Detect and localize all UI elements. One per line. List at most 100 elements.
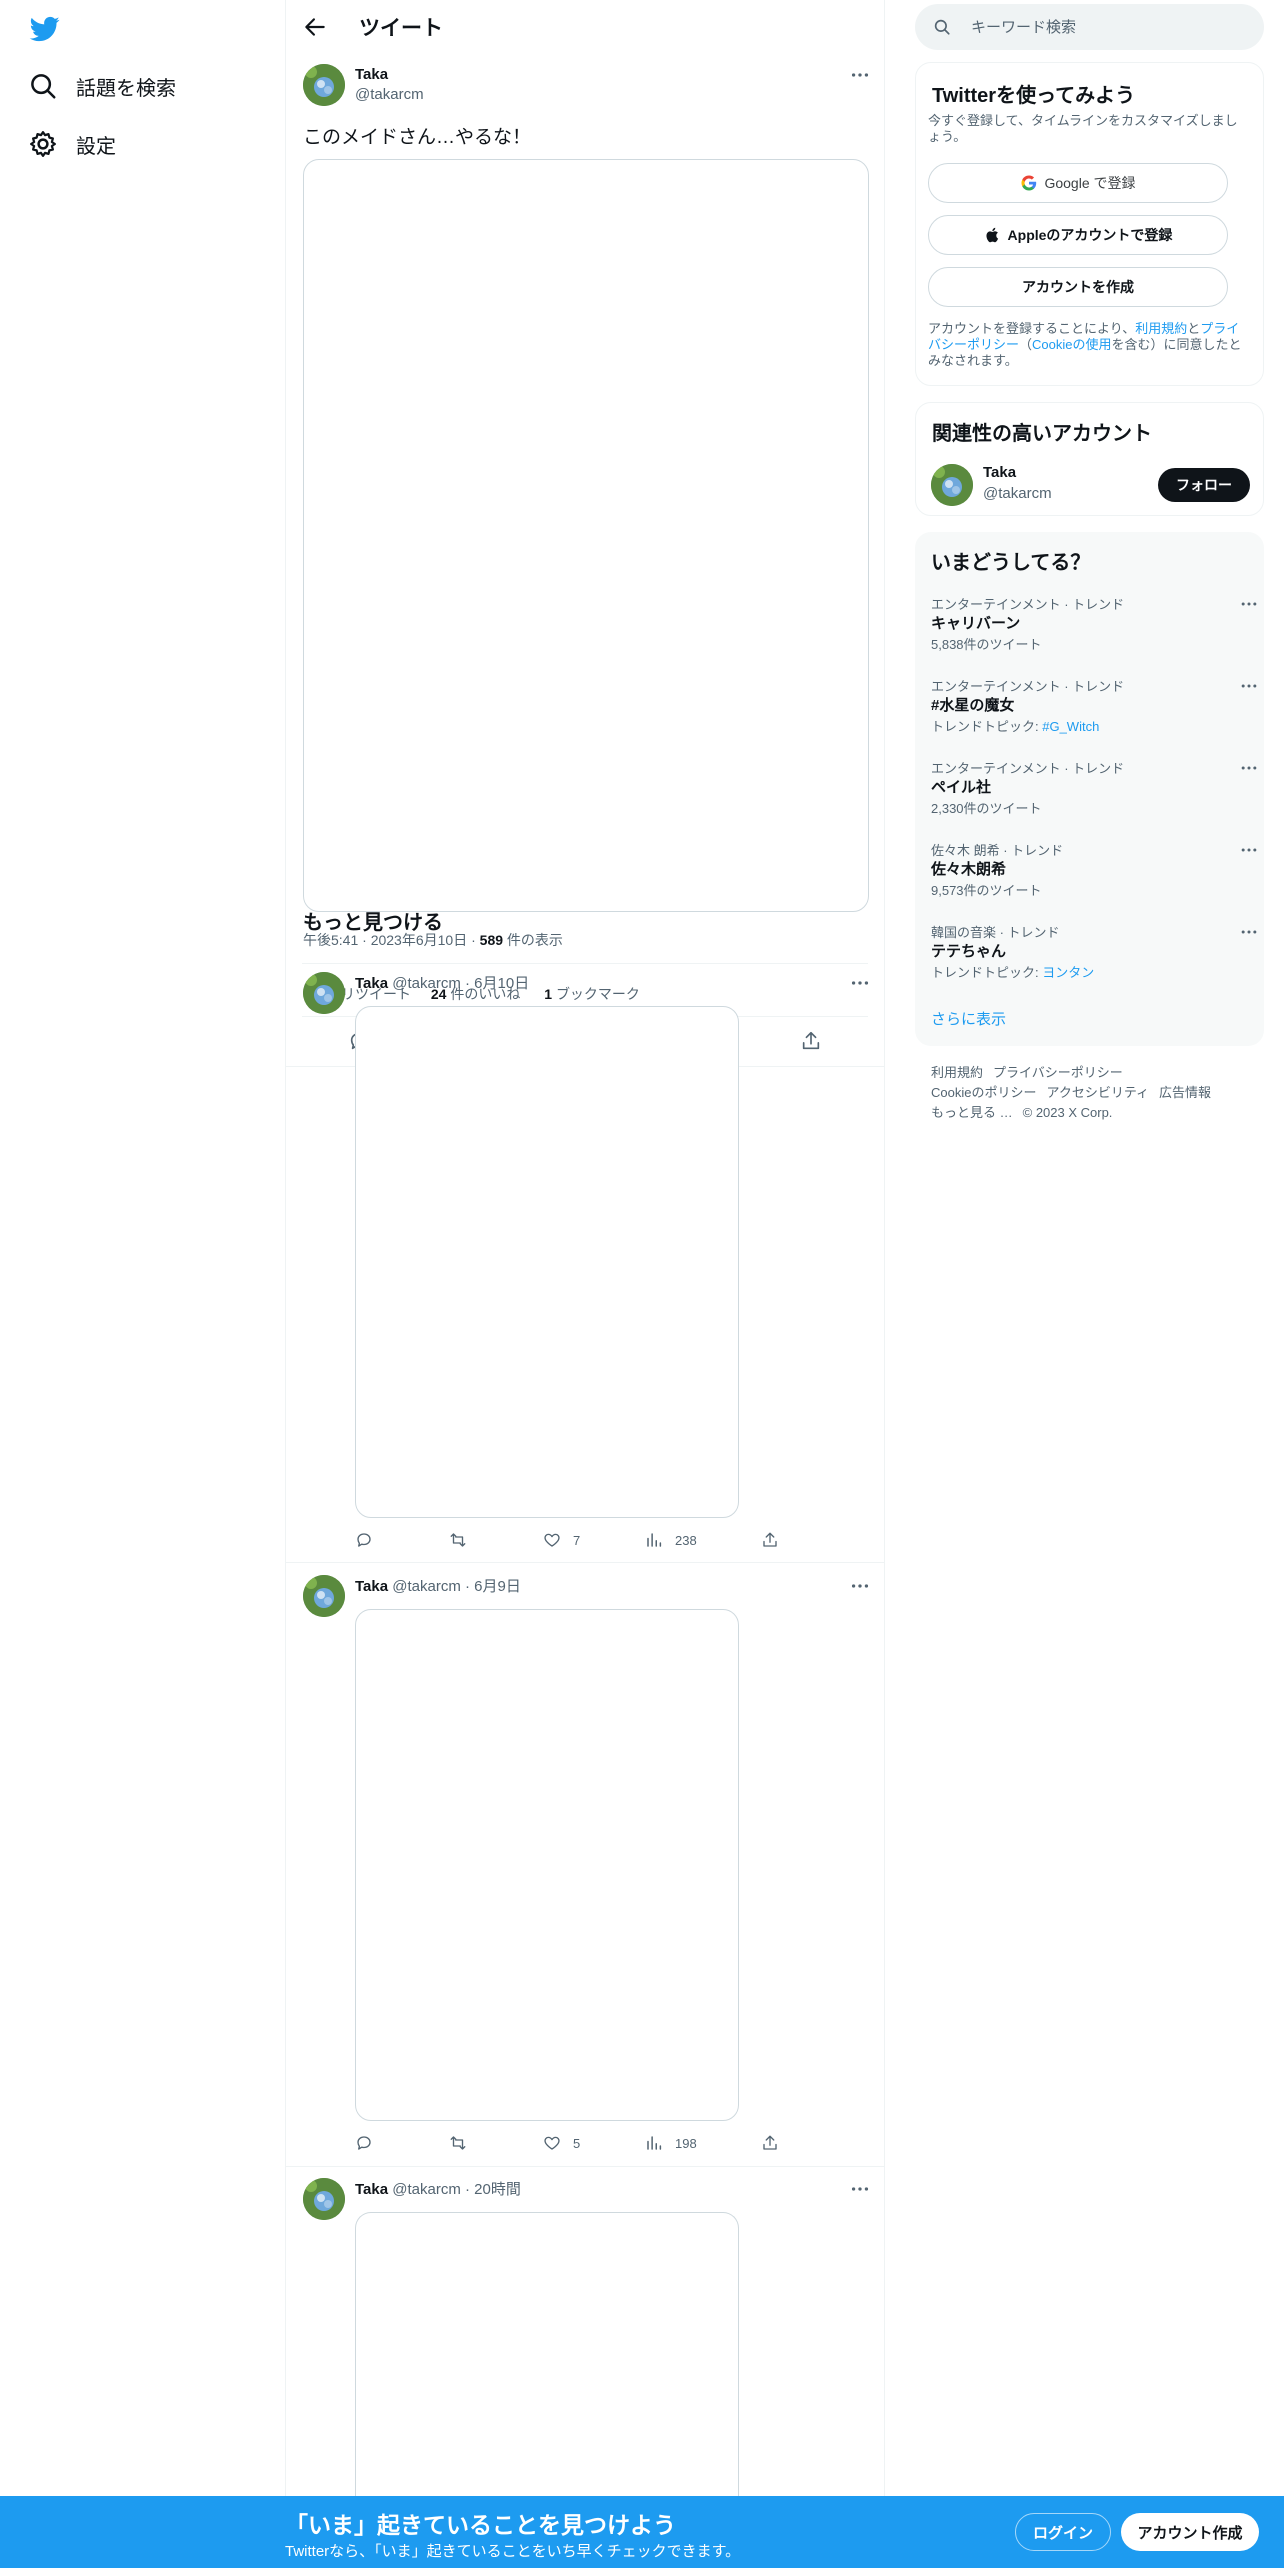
- divider: [286, 2166, 884, 2167]
- feed-author-handle[interactable]: @takarcm: [392, 975, 461, 992]
- views-button[interactable]: 238: [645, 1531, 697, 1549]
- feed-tweet-media[interactable]: [355, 2212, 739, 2502]
- trend-title: キャリバーン: [931, 615, 1021, 632]
- like-button[interactable]: 5: [543, 2134, 580, 2152]
- search-input[interactable]: [971, 4, 1251, 50]
- footer-ads-link[interactable]: 広告情報: [1159, 1085, 1211, 1100]
- share-icon: [763, 2135, 777, 2150]
- feed-tweet-time[interactable]: 20時間: [474, 2181, 521, 2198]
- more-icon[interactable]: [1239, 840, 1259, 860]
- reply-button[interactable]: [355, 1531, 373, 1549]
- more-icon[interactable]: [1239, 676, 1259, 696]
- feed-tweet-time[interactable]: 6月9日: [474, 1578, 521, 1595]
- more-icon[interactable]: [849, 1575, 871, 1597]
- avatar[interactable]: [303, 1575, 345, 1617]
- nav-explore[interactable]: 話題を検索: [28, 66, 176, 106]
- footer-terms-link[interactable]: 利用規約: [931, 1065, 983, 1080]
- related-name[interactable]: Taka: [983, 464, 1016, 481]
- create-account-label: アカウントを作成: [1022, 279, 1134, 295]
- footer-row-2: Cookieのポリシー アクセシビリティ 広告情報: [931, 1082, 1251, 1101]
- footer-privacy-link[interactable]: プライバシーポリシー: [993, 1065, 1123, 1080]
- twitter-logo-icon[interactable]: [28, 14, 62, 44]
- retweet-button[interactable]: [449, 1531, 467, 1549]
- search-box[interactable]: [915, 4, 1264, 50]
- footer-cookie-link[interactable]: Cookieのポリシー: [931, 1085, 1036, 1100]
- feed-author-name[interactable]: Taka: [355, 2181, 388, 2198]
- trend-title: #水星の魔女: [931, 697, 1015, 714]
- trend-item[interactable]: エンターテインメント · トレンド #水星の魔女 トレンドトピック: #G_Wi…: [931, 676, 1257, 748]
- avatar[interactable]: [931, 464, 973, 506]
- trends-card: いまどうしてる？ エンターテインメント · トレンド キャリバーン 5,838件…: [915, 532, 1264, 1046]
- feed-tweet-header: Taka @takarcm · 6月9日: [355, 1578, 521, 1595]
- share-icon[interactable]: [800, 1030, 822, 1052]
- bookmarks-label[interactable]: ブックマーク: [556, 986, 640, 1002]
- footer-copyright: © 2023 X Corp.: [1022, 1105, 1113, 1120]
- tweet-media[interactable]: [303, 159, 869, 912]
- retweet-icon: [450, 2136, 466, 2150]
- more-icon[interactable]: [849, 64, 871, 86]
- back-arrow-icon[interactable]: [302, 14, 328, 40]
- feed-author-handle[interactable]: @takarcm: [392, 1578, 461, 1595]
- feed-author-handle[interactable]: @takarcm: [392, 2181, 461, 2198]
- like-button[interactable]: 7: [543, 1531, 580, 1549]
- signup-subtitle: 今すぐ登録して、タイムラインをカスタマイズしましょう。: [928, 113, 1238, 144]
- share-button[interactable]: [761, 2134, 779, 2152]
- more-icon[interactable]: [1239, 758, 1259, 778]
- reply-button[interactable]: [355, 2134, 373, 2152]
- divider: [286, 1562, 884, 1563]
- feed-author-name[interactable]: Taka: [355, 1578, 388, 1595]
- apple-icon: [986, 227, 998, 243]
- views-count: 198: [675, 2135, 697, 2151]
- trend-item[interactable]: エンターテインメント · トレンド ペイル社 2,330件のツイート: [931, 758, 1257, 830]
- author-handle[interactable]: @takarcm: [355, 86, 424, 103]
- cookie-link[interactable]: Cookieの使用: [1032, 337, 1111, 352]
- related-handle[interactable]: @takarcm: [983, 485, 1052, 502]
- legal-prefix: アカウントを登録することにより、: [928, 321, 1136, 336]
- signup-button[interactable]: アカウント作成: [1121, 2513, 1259, 2551]
- main-column: ツイート Taka @takarcm このメイドさん…やるな！ もっと見つける …: [285, 0, 885, 2502]
- avatar[interactable]: [303, 2178, 345, 2220]
- nav-explore-label: 話題を検索: [76, 77, 176, 100]
- trend-sub-link[interactable]: #G_Witch: [1042, 719, 1099, 734]
- trend-item[interactable]: エンターテインメント · トレンド キャリバーン 5,838件のツイート: [931, 594, 1257, 666]
- views-count: 589: [479, 932, 504, 948]
- tweet-timestamp[interactable]: 午後5:41 · 2023年6月10日 · 589 件の表示: [303, 930, 563, 950]
- views-button[interactable]: 198: [645, 2134, 697, 2152]
- more-icon[interactable]: [849, 972, 871, 994]
- more-icon[interactable]: [1239, 594, 1259, 614]
- show-more-link[interactable]: さらに表示: [931, 1008, 1006, 1029]
- bookmarks-count[interactable]: 1: [544, 986, 552, 1002]
- trend-item[interactable]: 韓国の音楽 · トレンド テテちゃん トレンドトピック: ヨンタン: [931, 922, 1257, 994]
- trend-category: 韓国の音楽 · トレンド: [931, 925, 1060, 940]
- more-icon[interactable]: [1239, 922, 1259, 942]
- footer-accessibility-link[interactable]: アクセシビリティ: [1046, 1085, 1149, 1100]
- avatar[interactable]: [303, 972, 345, 1014]
- more-icon[interactable]: [849, 2178, 871, 2200]
- share-button[interactable]: [761, 1531, 779, 1549]
- feed-author-name[interactable]: Taka: [355, 975, 388, 992]
- nav-settings[interactable]: 設定: [28, 124, 116, 164]
- feed-tweet-time[interactable]: 6月10日: [474, 975, 529, 992]
- trend-item[interactable]: 佐々木 朗希 · トレンド 佐々木朗希 9,573件のツイート: [931, 840, 1257, 912]
- footer-more-link[interactable]: もっと見る …: [931, 1105, 1013, 1120]
- avatar[interactable]: [303, 64, 345, 106]
- feed-tweet-media[interactable]: [355, 1609, 739, 2121]
- trend-category: エンターテインメント · トレンド: [931, 761, 1125, 776]
- author-name[interactable]: Taka: [355, 66, 388, 83]
- banner-title: 「いま」起きていることを見つけよう: [285, 2512, 676, 2538]
- follow-button[interactable]: フォロー: [1158, 468, 1250, 502]
- trend-subtitle: トレンドトピック: ヨンタン: [931, 962, 1094, 981]
- retweet-icon: [450, 1533, 466, 1547]
- retweet-button[interactable]: [449, 2134, 467, 2152]
- google-signup-button[interactable]: Google で登録: [928, 163, 1228, 203]
- like-count: 5: [573, 2135, 581, 2151]
- views-icon: [647, 2136, 662, 2150]
- login-button[interactable]: ログイン: [1015, 2513, 1111, 2551]
- trend-sub-link[interactable]: ヨンタン: [1042, 965, 1094, 980]
- signup-card: Twitterを使ってみよう 今すぐ登録して、タイムラインをカスタマイズしましょ…: [915, 62, 1264, 386]
- signup-banner: 「いま」起きていることを見つけよう Twitterなら、「いま」起きていることを…: [0, 2496, 1284, 2568]
- feed-tweet-media[interactable]: [355, 1006, 739, 1518]
- terms-link[interactable]: 利用規約: [1135, 321, 1187, 336]
- create-account-button[interactable]: アカウントを作成: [928, 267, 1228, 307]
- apple-signup-button[interactable]: Appleのアカウントで登録: [928, 215, 1228, 255]
